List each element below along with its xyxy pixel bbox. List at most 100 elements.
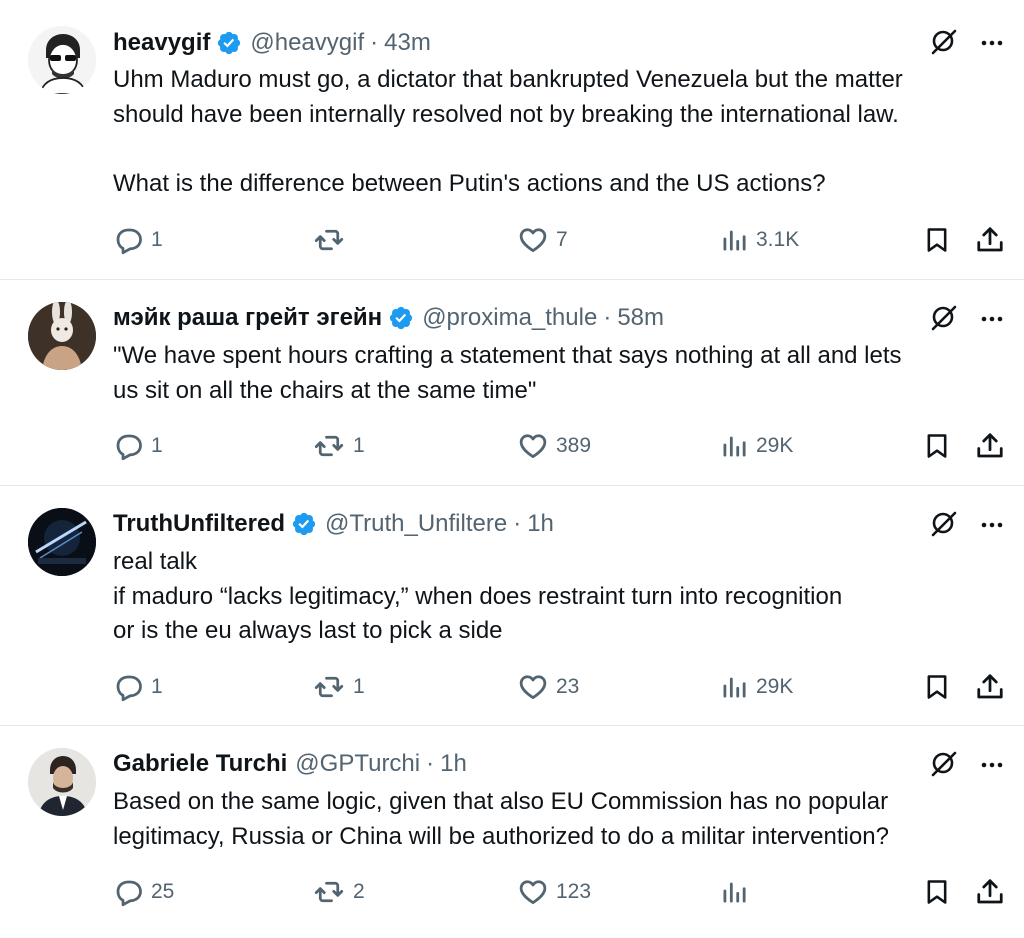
- avatar[interactable]: [28, 748, 96, 816]
- more-icon[interactable]: [980, 34, 1004, 52]
- tweet-header: heavygif @heavygif · 43m: [113, 28, 431, 58]
- like-button[interactable]: 23: [518, 669, 579, 705]
- verified-badge-icon: [216, 30, 242, 56]
- tweet[interactable]: heavygif @heavygif · 43m Uhm Maduro must…: [0, 0, 1024, 280]
- separator-dot: ·: [426, 750, 435, 777]
- tweet[interactable]: TruthUnfiltered @Truth_Unfiltere · 1h re…: [0, 486, 1024, 726]
- retweet-button[interactable]: 2: [313, 874, 365, 910]
- tweet-text: Based on the same logic, given that also…: [113, 785, 1013, 854]
- bookmark-button[interactable]: [923, 669, 951, 705]
- timestamp[interactable]: 1h: [440, 750, 467, 778]
- tweet-text-line: [113, 132, 1013, 167]
- grok-icon[interactable]: [930, 28, 958, 61]
- reply-button[interactable]: 25: [113, 874, 174, 910]
- tweet-text-line: What is the difference between Putin's a…: [113, 169, 826, 197]
- like-count: 123: [556, 880, 592, 903]
- avatar[interactable]: [28, 26, 96, 94]
- share-button[interactable]: [975, 428, 1005, 464]
- avatar[interactable]: [28, 302, 96, 370]
- like-button[interactable]: 123: [518, 874, 591, 910]
- view-count: 29K: [756, 434, 794, 457]
- reply-icon: [113, 672, 143, 702]
- share-button[interactable]: [975, 669, 1005, 705]
- display-name[interactable]: heavygif: [113, 29, 210, 57]
- bookmark-icon: [923, 877, 951, 907]
- views-icon: [720, 878, 748, 906]
- views-button[interactable]: 29K: [720, 669, 793, 705]
- view-count: 29K: [756, 675, 794, 698]
- display-name[interactable]: TruthUnfiltered: [113, 510, 285, 538]
- reply-count: 1: [151, 228, 163, 251]
- more-icon[interactable]: [980, 516, 1004, 534]
- timestamp[interactable]: 43m: [384, 29, 431, 57]
- reply-count: 25: [151, 880, 175, 903]
- tweet[interactable]: мэйк раша грейт эгейн @proxima_thule · 5…: [0, 280, 1024, 486]
- tweet-header: TruthUnfiltered @Truth_Unfiltere · 1h: [113, 509, 554, 539]
- user-handle[interactable]: @GPTurchi: [295, 750, 420, 778]
- tweet-text: "We have spent hours crafting a statemen…: [113, 339, 1013, 408]
- tweet-text-line: legitimacy, Russia or China will be auth…: [113, 822, 889, 850]
- bookmark-button[interactable]: [923, 222, 951, 258]
- display-name[interactable]: мэйк раша грейт эгейн: [113, 304, 382, 332]
- tweet-text-line: us sit on all the chairs at the same tim…: [113, 376, 537, 404]
- action-bar: 25 2 123: [113, 874, 1013, 910]
- like-button[interactable]: 7: [518, 222, 568, 258]
- bookmark-icon: [923, 431, 951, 461]
- like-button[interactable]: 389: [518, 428, 591, 464]
- share-button[interactable]: [975, 222, 1005, 258]
- tweet-text-line: Based on the same logic, given that also…: [113, 788, 889, 815]
- tweet-text: real talk if maduro “lacks legitimacy,” …: [113, 545, 1013, 649]
- views-button[interactable]: 29K: [720, 428, 793, 464]
- grok-icon[interactable]: [930, 304, 958, 337]
- grok-icon[interactable]: [930, 510, 958, 543]
- tweet[interactable]: Gabriele Turchi @GPTurchi · 1h Based on …: [0, 726, 1024, 938]
- view-count: 3.1K: [756, 228, 800, 251]
- retweet-count: 1: [353, 434, 365, 457]
- user-handle[interactable]: @Truth_Unfiltere: [325, 510, 507, 538]
- views-icon: [720, 673, 748, 701]
- user-handle[interactable]: @heavygif: [250, 29, 364, 57]
- user-handle[interactable]: @proxima_thule: [422, 304, 597, 332]
- like-count: 7: [556, 228, 568, 251]
- like-count: 389: [556, 434, 592, 457]
- reply-icon: [113, 225, 143, 255]
- tweet-text-line: Uhm Maduro must go, a dictator that bank…: [113, 66, 903, 93]
- views-button[interactable]: 3.1K: [720, 222, 799, 258]
- display-name[interactable]: Gabriele Turchi: [113, 750, 287, 778]
- retweet-icon: [313, 431, 345, 461]
- reply-count: 1: [151, 434, 163, 457]
- reply-icon: [113, 431, 143, 461]
- separator-dot: ·: [370, 29, 379, 56]
- timestamp[interactable]: 1h: [527, 510, 554, 538]
- retweet-icon: [313, 877, 345, 907]
- retweet-button[interactable]: [313, 222, 353, 258]
- reply-button[interactable]: 1: [113, 222, 163, 258]
- more-icon[interactable]: [980, 756, 1004, 774]
- more-icon[interactable]: [980, 310, 1004, 328]
- avatar[interactable]: [28, 508, 96, 576]
- verified-badge-icon: [388, 305, 414, 331]
- timestamp[interactable]: 58m: [617, 304, 664, 332]
- grok-icon[interactable]: [930, 750, 958, 783]
- tweet-header: Gabriele Turchi @GPTurchi · 1h: [113, 749, 467, 779]
- share-button[interactable]: [975, 874, 1005, 910]
- action-bar: 1 1 23 29K: [113, 669, 1013, 705]
- views-button[interactable]: [720, 874, 756, 910]
- retweet-button[interactable]: 1: [313, 669, 365, 705]
- views-icon: [720, 226, 748, 254]
- bookmark-button[interactable]: [923, 428, 951, 464]
- separator-dot: ·: [603, 304, 612, 331]
- action-bar: 1 7 3.1K: [113, 222, 1013, 258]
- bookmark-button[interactable]: [923, 874, 951, 910]
- reply-button[interactable]: 1: [113, 669, 163, 705]
- reply-button[interactable]: 1: [113, 428, 163, 464]
- bookmark-icon: [923, 225, 951, 255]
- reply-feed: heavygif @heavygif · 43m Uhm Maduro must…: [0, 0, 1024, 938]
- share-icon: [975, 877, 1005, 907]
- retweet-count: 2: [353, 880, 365, 903]
- retweet-count: 1: [353, 675, 365, 698]
- retweet-icon: [313, 672, 345, 702]
- retweet-button[interactable]: 1: [313, 428, 365, 464]
- share-icon: [975, 431, 1005, 461]
- tweet-text-line: "We have spent hours crafting a statemen…: [113, 342, 902, 369]
